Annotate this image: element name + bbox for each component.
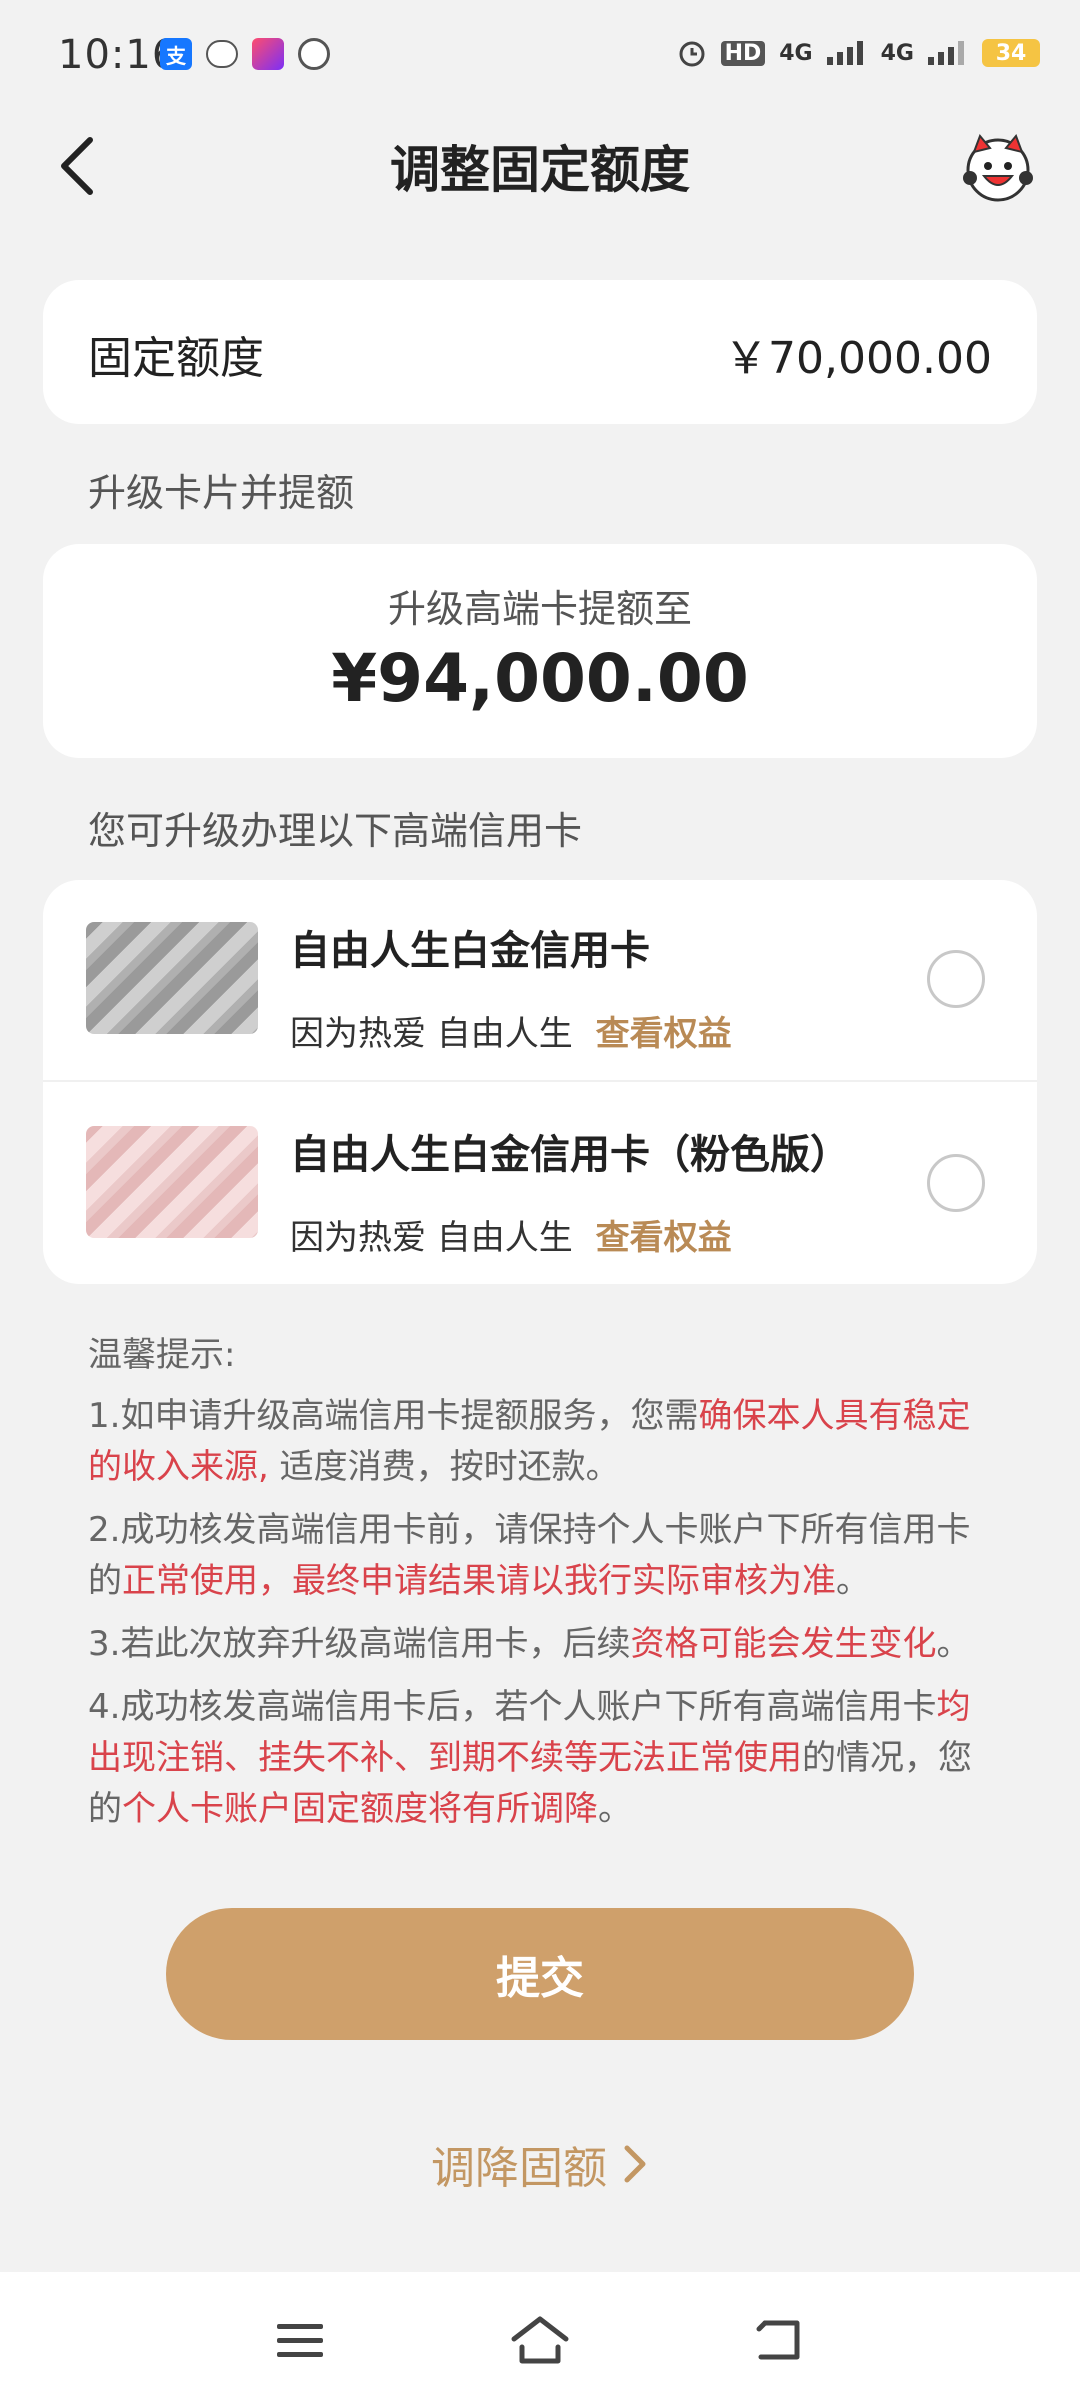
- reduce-limit-label: 调降固额: [431, 2143, 607, 2194]
- tip-text: 。: [598, 1789, 632, 1829]
- network-1-label: 4G: [779, 40, 813, 66]
- notification-icons: 支: [160, 38, 330, 70]
- pink-card-image: [86, 1126, 258, 1238]
- tip-4: 4.成功核发高端信用卡后，若个人账户下所有高端信用卡均出现注销、挂失不补、到期不…: [88, 1682, 992, 1835]
- battery-indicator: 34: [982, 39, 1040, 67]
- card-desc: 因为热爱 自由人生: [290, 1014, 573, 1054]
- platinum-card-image: [86, 922, 258, 1034]
- tip-highlight: 正常使用，最终申请结果请以我行实际审核为准: [122, 1561, 836, 1601]
- signal-1-icon: [826, 41, 863, 65]
- card-radio-button[interactable]: [927, 950, 985, 1008]
- upgrade-amount: ¥94,000.00: [331, 640, 749, 717]
- view-benefits-link[interactable]: 查看权益: [596, 1014, 732, 1054]
- tips-title: 温馨提示:: [88, 1335, 236, 1375]
- tip-highlight: 个人卡账户固定额度将有所调降: [122, 1789, 598, 1829]
- fixed-limit-label: 固定额度: [88, 333, 264, 384]
- app-icon: [252, 38, 284, 70]
- card-radio-button[interactable]: [927, 1154, 985, 1212]
- tip-3: 3.若此次放弃升级高端信用卡，后续资格可能会发生变化。: [88, 1619, 992, 1670]
- card-desc-row: 因为热爱 自由人生 查看权益: [290, 1006, 732, 1055]
- chevron-right-icon: [624, 2145, 646, 2183]
- upgrade-subtitle: 升级高端卡提额至: [387, 587, 692, 631]
- tip-1: 1.如申请升级高端信用卡提额服务，您需确保本人具有稳定的收入来源, 适度消费，按…: [88, 1391, 992, 1493]
- reduce-limit-link[interactable]: 调降固额: [0, 2132, 1080, 2196]
- mascot-icon: [963, 134, 1033, 202]
- alipay-icon: 支: [160, 38, 192, 70]
- card-desc: 因为热爱 自由人生: [290, 1218, 573, 1258]
- view-benefits-link[interactable]: 查看权益: [596, 1218, 732, 1258]
- tip-2: 2.成功核发高端信用卡前，请保持个人卡账户下所有信用卡的正常使用，最终申请结果请…: [88, 1505, 992, 1607]
- assistant-mascot-button[interactable]: [960, 130, 1036, 206]
- fixed-limit-value: ￥70,000.00: [724, 333, 992, 384]
- tips-section: 温馨提示: 1.如申请升级高端信用卡提额服务，您需确保本人具有稳定的收入来源, …: [88, 1330, 992, 1847]
- card-name: 自由人生白金信用卡（粉色版）: [290, 1132, 850, 1178]
- alarm-icon: [679, 41, 705, 67]
- submit-button[interactable]: 提交: [166, 1908, 914, 2040]
- hd-label: HD: [720, 40, 766, 66]
- sync-icon: [298, 38, 330, 70]
- tip-text: 4.成功核发高端信用卡后，若个人账户下所有高端信用卡: [88, 1687, 937, 1727]
- back-nav-button[interactable]: [740, 2300, 820, 2380]
- card-name: 自由人生白金信用卡: [290, 928, 650, 974]
- home-nav-button[interactable]: [500, 2300, 580, 2380]
- network-2-label: 4G: [880, 40, 914, 66]
- system-status: HD 4G 4G 34: [677, 38, 1040, 68]
- wechat-icon: [206, 40, 238, 68]
- tip-text: 。: [836, 1561, 870, 1601]
- home-icon: [511, 2316, 569, 2364]
- cards-section-title: 您可升级办理以下高端信用卡: [88, 809, 583, 853]
- tip-highlight: 资格可能会发生变化: [630, 1624, 937, 1664]
- signal-2-icon: [928, 41, 964, 65]
- tip-text: 适度消费，按时还款。: [268, 1447, 620, 1487]
- card-desc-row: 因为热爱 自由人生 查看权益: [290, 1210, 732, 1259]
- tip-text: 。: [936, 1624, 971, 1664]
- page-title: 调整固定额度: [390, 141, 690, 199]
- menu-nav-button[interactable]: [260, 2300, 340, 2380]
- back-nav-icon: [756, 2320, 800, 2360]
- upgrade-section-title: 升级卡片并提额: [88, 471, 355, 515]
- menu-icon: [277, 2324, 323, 2357]
- tip-text: 3.若此次放弃升级高端信用卡，后续: [88, 1624, 631, 1664]
- tip-text: 1.如申请升级高端信用卡提额服务，您需: [88, 1396, 699, 1436]
